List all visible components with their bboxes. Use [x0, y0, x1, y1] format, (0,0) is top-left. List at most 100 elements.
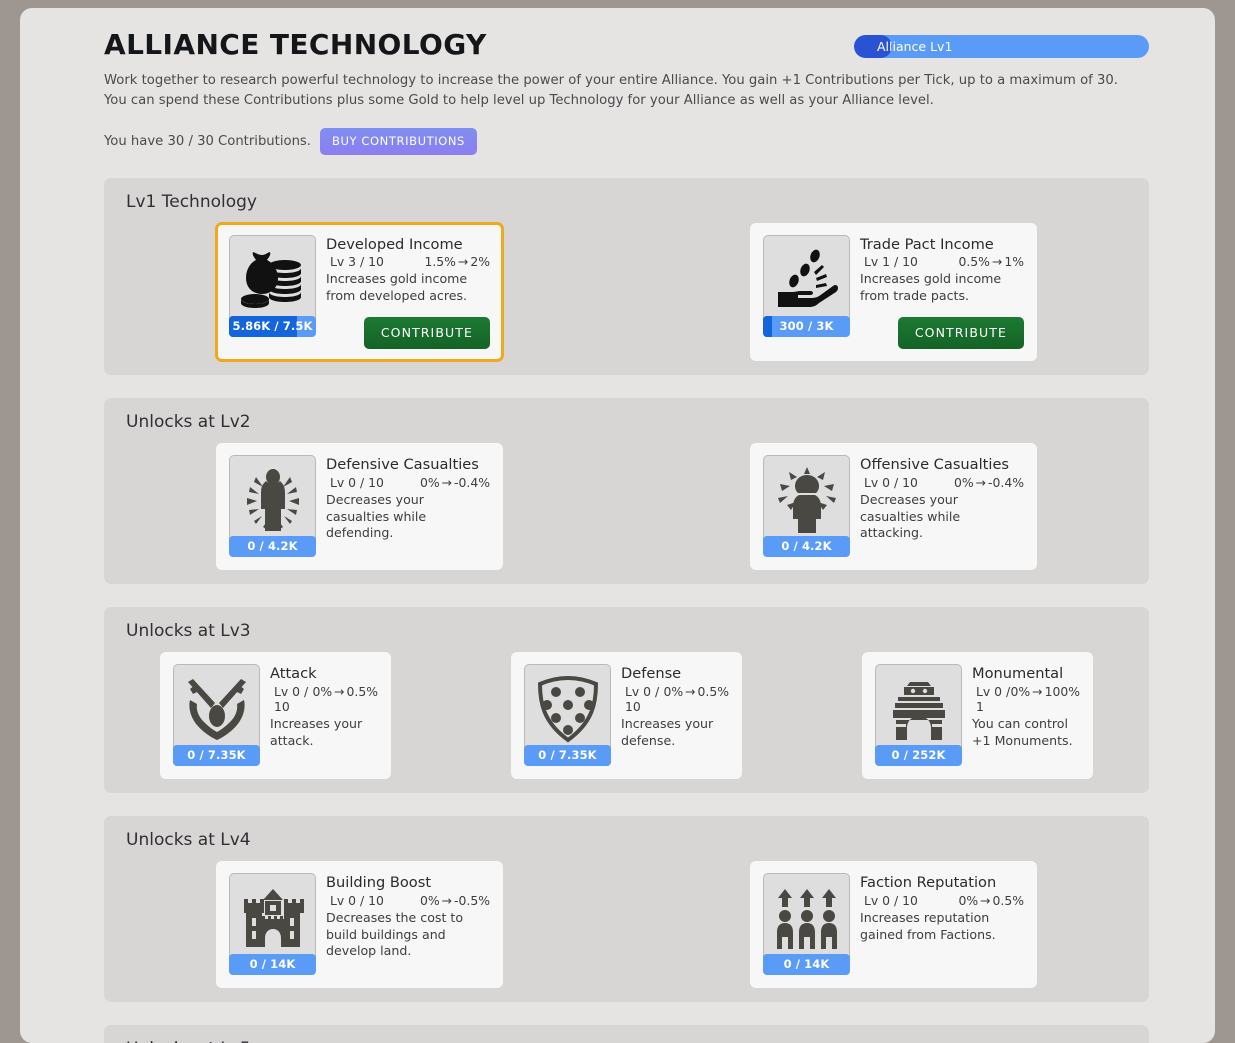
tech-progress-bar: 0 / 7.35K: [173, 745, 260, 767]
contribute-button[interactable]: CONTRIBUTE: [363, 317, 490, 350]
tech-current-value: 0%: [419, 892, 440, 908]
tech-next-value: 1%: [1004, 254, 1024, 270]
tech-stat-line: Lv 0 / 10 0% → 0.5%: [621, 684, 729, 714]
arrow-right-icon: →: [441, 892, 453, 908]
crossed-swords-warrior-icon: [173, 664, 260, 755]
tech-level: Lv 0 / 10: [864, 892, 918, 908]
tech-info-column: Defense Lv 0 / 10 0% → 0.5% Increases your de…: [621, 664, 729, 766]
tech-current-value: 0.5%: [958, 254, 990, 270]
arrow-right-icon: →: [457, 254, 469, 270]
tech-value-change: 0% → 0.5%: [958, 893, 1024, 908]
tech-next-value: 100%: [1044, 683, 1080, 699]
tech-section: Lv1 Technology 5.86K / 7.5K Developed Inc…: [104, 177, 1149, 376]
tech-card[interactable]: 0 / 4.2K Offensive Casualties Lv 0 / 10 0% →…: [750, 443, 1037, 571]
section-title: Unlocks at Lv5: [126, 1039, 1135, 1043]
tech-stat-line: Lv 0 / 10 0% → -0.5%: [326, 893, 490, 908]
tech-value-change: 0% → 0.5%: [663, 684, 729, 699]
tech-card[interactable]: 0 / 252K Monumental Lv 0 / 1 0% → 100% You can…: [862, 652, 1093, 780]
tech-stat-line: Lv 3 / 10 1.5% → 2%: [326, 254, 490, 269]
tech-current-value: 0%: [419, 474, 440, 490]
tech-progress-label: 0 / 4.2K: [247, 539, 298, 554]
tech-current-value: 0%: [958, 892, 979, 908]
arrow-right-icon: →: [1032, 683, 1043, 699]
tech-icon-column: 0 / 14K: [763, 873, 850, 976]
tech-section: Unlocks at Lv5 0 / 21KMonument Rally Att…: [104, 1025, 1149, 1043]
tech-description: You can control +1 Monuments.: [972, 715, 1073, 748]
tech-progress-bar: 300 / 3K: [763, 315, 850, 337]
tech-value-change: 0% → -0.5%: [420, 893, 490, 908]
tech-info-column: Monumental Lv 0 / 1 0% → 100% You can control…: [972, 664, 1080, 766]
arrow-right-icon: →: [334, 683, 345, 699]
person-radiant-icon: [229, 455, 316, 546]
tech-level: Lv 3 / 10: [330, 254, 384, 270]
tech-section: Unlocks at Lv4 0 / 14K Building Boost Lv 0…: [104, 816, 1149, 1003]
tech-description: Decreases the cost to build buildings an…: [326, 909, 464, 959]
tech-icon-column: 0 / 252K: [875, 664, 962, 767]
tech-card[interactable]: 0 / 7.35K Defense Lv 0 / 10 0% → 0.5% Increase…: [511, 652, 742, 780]
tech-card[interactable]: 300 / 3K Trade Pact Income Lv 1 / 10 0.5% → 1…: [750, 222, 1037, 362]
tech-description: Increases gold income from trade pacts.: [860, 271, 1002, 303]
tech-value-change: 0.5% → 1%: [958, 254, 1024, 269]
tech-card-row: 0 / 4.2K Defensive Casualties Lv 0 / 10 0% →…: [118, 443, 1135, 571]
tech-icon-column: 0 / 4.2K: [763, 455, 850, 558]
three-people-up-arrows-icon: [763, 873, 850, 964]
tech-level: Lv 0 / 10: [330, 474, 384, 490]
tech-next-value: 0.5%: [697, 683, 729, 699]
tech-section: Unlocks at Lv2 0 / 4.2K Defensive Casualt…: [104, 398, 1149, 585]
tech-progress-label: 5.86K / 7.5K: [232, 318, 313, 333]
arrow-right-icon: →: [685, 683, 696, 699]
tech-progress-bar: 0 / 7.35K: [524, 745, 611, 767]
page-frame: ALLIANCE TECHNOLOGY Alliance Lv1 Work to…: [20, 8, 1215, 1043]
tech-name: Trade Pact Income: [860, 235, 994, 253]
tech-description: Increases your defense.: [621, 715, 714, 748]
tech-progress-label: 0 / 14K: [783, 957, 830, 972]
tech-value-change: 0% → -0.4%: [420, 475, 490, 490]
triumphal-arch-icon: [875, 664, 962, 755]
tech-name: Monumental: [972, 665, 1064, 683]
tech-name: Defensive Casualties: [326, 456, 479, 474]
tech-description: Increases reputation gained from Faction…: [860, 909, 996, 942]
person-head-rays-icon: [763, 455, 850, 546]
tech-progress-label: 0 / 14K: [249, 957, 296, 972]
tech-current-value: 0%: [663, 683, 684, 699]
tech-progress-label: 0 / 7.35K: [187, 748, 246, 763]
tech-progress-bar: 0 / 14K: [229, 954, 316, 976]
tech-description: Increases gold income from developed acr…: [326, 271, 468, 303]
tech-card[interactable]: 5.86K / 7.5K Developed Income Lv 3 / 10 1.5…: [216, 222, 503, 362]
tech-next-value: -0.4%: [988, 474, 1024, 490]
tech-name: Attack: [270, 665, 317, 683]
tech-level: Lv 0 / 10: [864, 474, 918, 490]
buy-contributions-button[interactable]: BUY CONTRIBUTIONS: [320, 127, 477, 155]
page-description: Work together to research powerful techn…: [104, 72, 1118, 109]
tech-progress-bar: 0 / 4.2K: [229, 536, 316, 558]
tech-progress-label: 0 / 252K: [891, 748, 946, 763]
tech-level: Lv 0 / 10: [274, 683, 309, 714]
contributions-row: You have 30 / 30 Contributions. BUY CONT…: [104, 127, 1149, 155]
arrow-right-icon: →: [980, 892, 991, 908]
tech-value-change: 1.5% → 2%: [424, 254, 490, 269]
arrow-right-icon: →: [975, 474, 987, 490]
tech-description: Decreases your casualties while attackin…: [860, 491, 961, 541]
tech-card[interactable]: 0 / 7.35K Attack Lv 0 / 10 0% → 0.5% Increases…: [160, 652, 391, 780]
tech-info-column: Defensive Casualties Lv 0 / 10 0% → -0.4% Dec…: [326, 455, 490, 557]
tech-progress-label: 0 / 7.35K: [538, 748, 597, 763]
tech-card[interactable]: 0 / 4.2K Defensive Casualties Lv 0 / 10 0% →…: [216, 443, 503, 571]
tech-card-row: 5.86K / 7.5K Developed Income Lv 3 / 10 1.5…: [118, 222, 1135, 362]
tech-stat-line: Lv 0 / 10 0% → -0.4%: [326, 475, 490, 490]
tech-progress-label: 300 / 3K: [779, 318, 834, 333]
tech-value-change: 0% → 0.5%: [312, 684, 378, 699]
tech-icon-column: 0 / 4.2K: [229, 455, 316, 558]
section-title: Unlocks at Lv4: [126, 830, 251, 851]
contribute-button[interactable]: CONTRIBUTE: [897, 317, 1024, 350]
tech-card[interactable]: 0 / 14K Faction Reputation Lv 0 / 10 0% → 0.5…: [750, 861, 1037, 989]
arrow-right-icon: →: [441, 474, 453, 490]
section-title: Unlocks at Lv3: [126, 621, 251, 642]
tech-progress-bar: 0 / 14K: [763, 954, 850, 976]
money-bag-coins-icon: [229, 234, 316, 325]
tech-description: Increases your attack.: [270, 715, 363, 748]
tech-card[interactable]: 0 / 14K Building Boost Lv 0 / 10 0% → -0.5% De…: [216, 861, 503, 989]
section-title: Unlocks at Lv2: [126, 412, 251, 433]
tech-next-value: -0.4%: [454, 474, 490, 490]
tech-icon-column: 0 / 14K: [229, 873, 316, 976]
tech-icon-column: 0 / 7.35K: [524, 664, 611, 767]
